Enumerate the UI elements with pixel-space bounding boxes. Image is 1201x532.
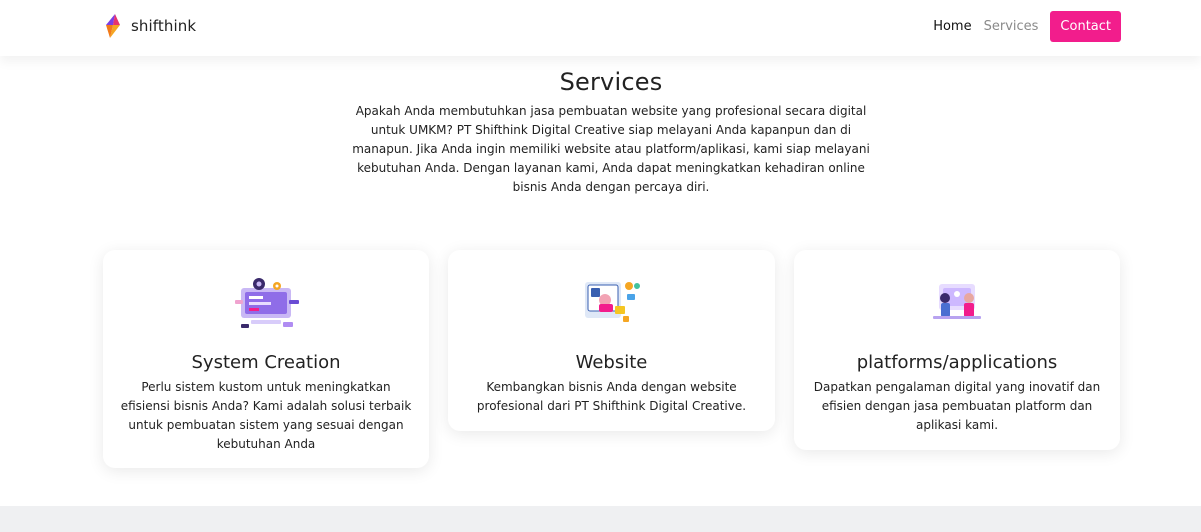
service-title: System Creation <box>191 352 341 373</box>
service-title: Website <box>575 352 648 373</box>
footer-band <box>0 506 1201 532</box>
service-card-system-creation: System Creation Perlu sistem kustom untu… <box>103 250 429 468</box>
service-card-website: Website Kembangkan bisnis Anda dengan we… <box>448 250 775 431</box>
website-illustration-icon <box>584 282 640 322</box>
service-card-platforms: platforms/applications Dapatkan pengalam… <box>794 250 1120 450</box>
service-title: platforms/applications <box>856 352 1058 373</box>
nav-link-services[interactable]: Services <box>984 19 1039 34</box>
service-description: Perlu sistem kustom untuk meningkatkan e… <box>120 380 412 451</box>
contact-button[interactable]: Contact <box>1050 11 1121 42</box>
intro-paragraph: Apakah Anda membutuhkan jasa pembuatan w… <box>352 104 870 194</box>
services-intro: Services Apakah Anda membutuhkan jasa pe… <box>340 68 882 197</box>
service-description: Dapatkan pengalaman digital yang inovati… <box>813 380 1101 432</box>
service-description: Kembangkan bisnis Anda dengan website pr… <box>476 380 747 413</box>
brand[interactable]: shifthink <box>104 14 196 38</box>
nav-links: Home Services Contact <box>933 11 1121 42</box>
page-title: Services <box>559 68 663 96</box>
system-creation-illustration-icon <box>235 278 299 328</box>
platforms-illustration-icon <box>933 284 981 319</box>
shifthink-logo-icon <box>106 14 120 38</box>
navbar: shifthink Home Services Contact <box>0 0 1201 56</box>
nav-link-home[interactable]: Home <box>933 19 971 34</box>
brand-name: shifthink <box>131 17 197 35</box>
